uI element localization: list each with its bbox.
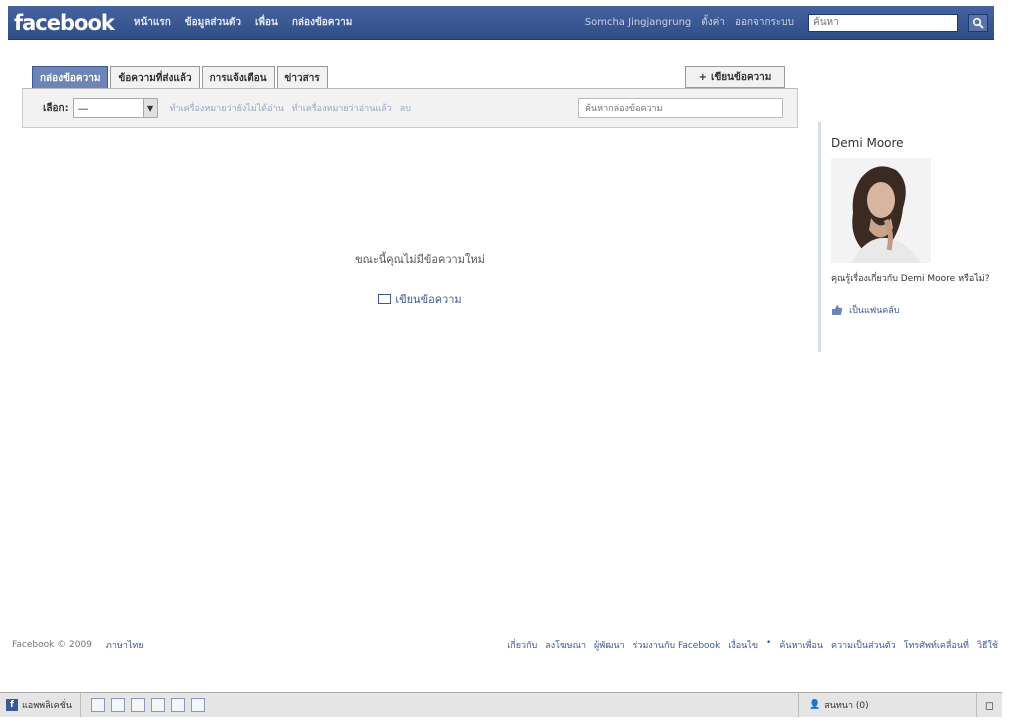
notification-icon: ◻ (984, 698, 995, 712)
page-footer: Facebook © 2009 ภาษาไทย เกี่ยวกับ ลงโฆษณ… (8, 638, 998, 652)
facebook-logo[interactable]: facebook (14, 11, 115, 35)
groups-icon[interactable] (130, 698, 145, 712)
footer-links: เกี่ยวกับ ลงโฆษณา ผู้พัฒนา ร่วมงานกับ Fa… (507, 638, 998, 652)
empty-inbox-state: ขณะนี้คุณไม่มีข้อความใหม่ เขียนข้อความ (300, 250, 540, 308)
empty-inbox-message: ขณะนี้คุณไม่มีข้อความใหม่ (355, 253, 485, 266)
account-nav: Somcha Jingjangrung ตั้งค่า ออกจากระบบ (585, 13, 994, 32)
nav-inbox[interactable]: กล่องข้อความ (292, 15, 352, 30)
online-friends-icon: 👤 (809, 700, 821, 710)
events-icon[interactable] (150, 698, 165, 712)
applications-label: แอพพลิเคชั่น (22, 701, 72, 711)
facebook-apps-icon: f (6, 699, 18, 711)
filter-value: — (77, 101, 89, 115)
tab-updates[interactable]: ข่าวสาร (276, 66, 328, 88)
compose-link-label: เขียนข้อความ (395, 293, 462, 306)
compose-message-link[interactable]: เขียนข้อความ (378, 290, 462, 308)
global-search-input[interactable] (808, 13, 958, 32)
compose-label: เขียนข้อความ (711, 71, 772, 83)
footer-link-terms[interactable]: เงื่อนไข (728, 638, 758, 652)
become-fan-link[interactable]: เป็นแฟนคลับ (831, 303, 998, 317)
compose-message-button[interactable]: + เขียนข้อความ (685, 66, 785, 88)
footer-separator: • (766, 638, 772, 648)
footer-link-advertising[interactable]: ลงโฆษณา (545, 638, 586, 652)
mark-unread-link[interactable]: ทำเครื่องหมายว่ายังไม่ได้อ่าน (170, 101, 284, 115)
thumbs-up-icon (832, 305, 843, 315)
plus-icon: + (698, 71, 708, 83)
notes-icon[interactable] (110, 698, 125, 712)
copyright-text: Facebook © 2009 (12, 640, 92, 650)
tab-inbox[interactable]: กล่องข้อความ (32, 66, 109, 88)
portrait-image (831, 158, 931, 263)
nav-home[interactable]: หน้าแรก (134, 15, 171, 30)
chat-online-button[interactable]: 👤 สนทนา (0) (798, 693, 976, 717)
message-tabs: กล่องข้อความ ข้อความที่ส่งแล้ว การแจ้งเต… (32, 66, 330, 88)
video-icon[interactable] (190, 698, 205, 712)
footer-link-mobile[interactable]: โทรศัพท์เคลื่อนที่ (904, 638, 969, 652)
envelope-icon (378, 294, 392, 304)
message-filter-bar: เลือก: — ▼ ทำเครื่องหมายว่ายังไม่ได้อ่าน… (22, 88, 798, 128)
logout-link[interactable]: ออกจากระบบ (735, 15, 794, 30)
become-fan-label: เป็นแฟนคลับ (849, 306, 900, 316)
search-icon (972, 17, 984, 29)
footer-link-help[interactable]: วิธีใช้ (977, 638, 998, 652)
tab-sent[interactable]: ข้อความที่ส่งแล้ว (110, 66, 200, 88)
select-filter-dropdown[interactable]: — ▼ (72, 98, 158, 118)
inbox-search-input[interactable] (578, 98, 783, 118)
ad-photo[interactable] (831, 158, 931, 263)
search-button[interactable] (968, 13, 988, 32)
chevron-down-icon: ▼ (142, 99, 157, 117)
bulk-action-links: ทำเครื่องหมายว่ายังไม่ได้อ่าน ทำเครื่องห… (170, 101, 411, 115)
settings-link[interactable]: ตั้งค่า (701, 15, 725, 30)
ad-title[interactable]: Demi Moore (831, 136, 998, 150)
user-name-link[interactable]: Somcha Jingjangrung (585, 17, 692, 28)
footer-link-find-friends[interactable]: ค้นหาเพื่อน (779, 638, 823, 652)
links-icon[interactable] (170, 698, 185, 712)
top-navigation-bar: facebook หน้าแรก ข้อมูลส่วนตัว เพื่อน กล… (8, 6, 994, 40)
main-nav: หน้าแรก ข้อมูลส่วนตัว เพื่อน กล่องข้อควา… (134, 15, 352, 30)
language-link[interactable]: ภาษาไทย (106, 638, 144, 652)
footer-link-developers[interactable]: ผู้พัฒนา (594, 638, 625, 652)
footer-link-about[interactable]: เกี่ยวกับ (507, 638, 537, 652)
sponsored-ad: Demi Moore คุณรู้เรื่องเกี่ยวกับ Demi Mo… (818, 122, 998, 352)
footer-link-privacy[interactable]: ความเป็นส่วนตัว (831, 638, 896, 652)
nav-profile[interactable]: ข้อมูลส่วนตัว (185, 15, 241, 30)
photos-icon[interactable] (90, 698, 105, 712)
delete-link[interactable]: ลบ (400, 101, 411, 115)
filter-label: เลือก: (43, 102, 69, 114)
bottom-chat-bar: f แอพพลิเคชั่น 👤 สนทนา (0) ◻ (0, 692, 1002, 717)
chat-online-label: สนทนา (0) (824, 701, 869, 711)
bookmark-icons (81, 698, 205, 712)
applications-button[interactable]: f แอพพลิเคชั่น (0, 693, 81, 717)
tab-notifications[interactable]: การแจ้งเตือน (201, 66, 275, 88)
mark-read-link[interactable]: ทำเครื่องหมายว่าอ่านแล้ว (292, 101, 392, 115)
notifications-button[interactable]: ◻ (976, 693, 1002, 717)
nav-friends[interactable]: เพื่อน (255, 15, 278, 30)
ad-question: คุณรู้เรื่องเกี่ยวกับ Demi Moore หรือไม่… (831, 274, 990, 284)
footer-link-careers[interactable]: ร่วมงานกับ Facebook (633, 638, 721, 652)
